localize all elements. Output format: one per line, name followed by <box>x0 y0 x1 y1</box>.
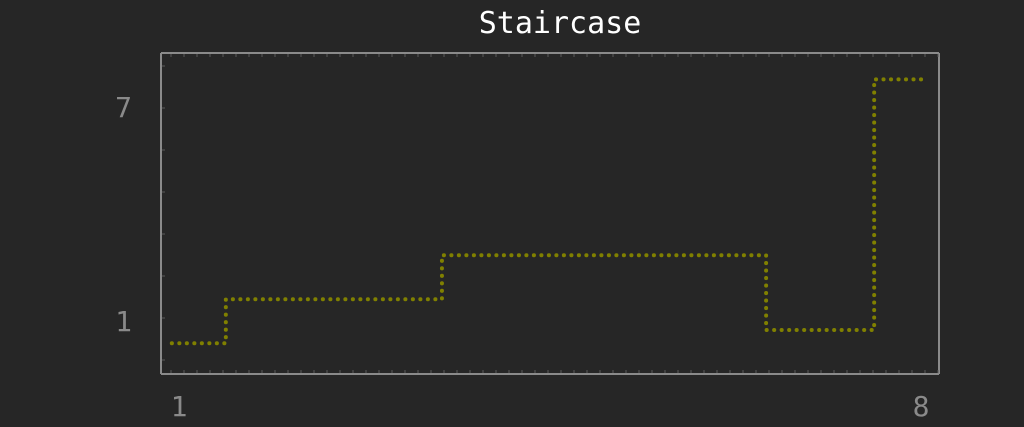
y-tick-label-max: 7 <box>115 91 132 124</box>
x-tick-label-max: 8 <box>913 390 930 423</box>
series-step-line <box>169 77 931 346</box>
plot-frame <box>160 52 940 375</box>
series-line <box>169 77 931 346</box>
chart-title: Staircase <box>479 6 642 41</box>
staircase-chart: Staircase 1 7 1 8 <box>115 6 940 423</box>
y-tick-label-min: 1 <box>115 305 132 338</box>
x-tick-label-min: 1 <box>171 390 188 423</box>
